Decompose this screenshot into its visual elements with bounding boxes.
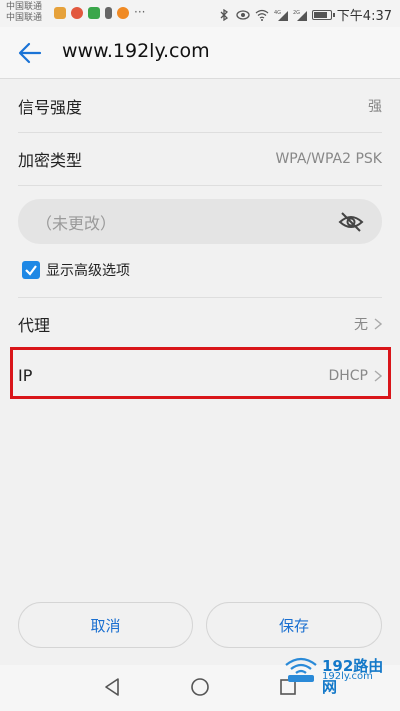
signal-strength-value: 强 [368, 99, 382, 115]
home-circle-icon[interactable] [188, 675, 212, 699]
watermark-logo: 192路由网 192ly.com [282, 655, 394, 696]
signal-strength-row: 信号强度 强 [18, 80, 382, 133]
encryption-type-value: WPA/WPA2 PSK [275, 151, 382, 167]
proxy-row[interactable]: 代理 无 [18, 297, 382, 350]
carrier-2: 中国联通 [6, 13, 43, 23]
password-placeholder: （未更改） [36, 213, 117, 233]
page-title: www.192ly.com [62, 40, 210, 62]
signal-2g-label: 2G [293, 10, 300, 16]
signal-strength-label: 信号强度 [18, 98, 83, 117]
advanced-checkbox[interactable] [22, 261, 40, 279]
proxy-label: 代理 [18, 315, 51, 335]
ip-highlight-box [10, 347, 391, 399]
battery-saver-icon [105, 7, 112, 19]
check-icon [25, 265, 37, 276]
encryption-type-row: 加密类型 WPA/WPA2 PSK [18, 133, 382, 186]
eye-comfort-icon [236, 9, 250, 20]
signal-4g-icon: 4G [274, 10, 288, 21]
weibo-icon [117, 7, 129, 19]
encryption-type-label: 加密类型 [18, 151, 83, 170]
password-field[interactable]: （未更改） [18, 199, 382, 244]
proxy-value: 无 [354, 316, 368, 333]
router-logo-icon [285, 657, 317, 682]
show-advanced-option[interactable]: 显示高级选项 [22, 260, 130, 280]
battery-icon [311, 9, 335, 20]
back-arrow-icon[interactable] [16, 39, 44, 67]
chevron-right-icon [374, 317, 382, 330]
wechat-icon [88, 7, 100, 19]
clock: 下午4:37 [336, 9, 392, 24]
carrier-labels: 中国联通 中国联通 [6, 2, 42, 24]
carrier-1: 中国联通 [6, 2, 43, 12]
watermark-url: 192ly.com [322, 671, 373, 682]
more-notifications-icon: ··· [134, 5, 146, 19]
settings-list: 信号强度 强 加密类型 WPA/WPA2 PSK [0, 80, 400, 186]
signal-2g-icon: 2G [293, 10, 307, 21]
app-notification-icon [71, 7, 83, 19]
back-triangle-icon[interactable] [100, 675, 124, 699]
notification-icons: ··· [54, 5, 146, 19]
status-bar: 中国联通 中国联通 ··· 4G 2G 下午4:37 [0, 0, 400, 27]
app-header: www.192ly.com [0, 27, 400, 79]
bluetooth-icon [220, 8, 228, 21]
wifi-icon [255, 9, 269, 21]
signal-4g-label: 4G [274, 10, 281, 16]
proxy-row-container: 代理 无 [0, 297, 400, 350]
save-button[interactable]: 保存 [206, 602, 382, 648]
cancel-button[interactable]: 取消 [18, 602, 193, 648]
app-notification-icon [54, 7, 66, 19]
advanced-label: 显示高级选项 [46, 263, 130, 279]
hide-password-icon[interactable] [338, 209, 364, 235]
status-icons: 4G 2G 下午4:37 [217, 5, 392, 24]
